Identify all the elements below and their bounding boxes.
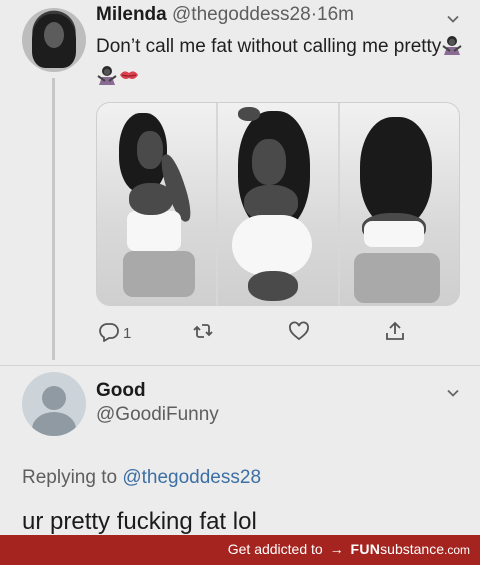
tweet-text: Don’t call me fat without calling me pre… — [96, 32, 466, 92]
reply-button[interactable]: 1 — [98, 320, 131, 346]
woman-gesturing-no-icon — [96, 65, 118, 85]
reply-count: 1 — [123, 324, 132, 342]
chevron-down-icon[interactable] — [446, 386, 460, 400]
kiss-mark-icon — [118, 65, 140, 85]
reply-icon — [98, 320, 120, 346]
photo[interactable] — [339, 103, 459, 305]
tweet-body: Don’t call me fat without calling me pre… — [96, 36, 442, 57]
avatar-default[interactable] — [22, 372, 86, 436]
retweet-button[interactable] — [192, 320, 214, 346]
photo[interactable] — [97, 103, 217, 305]
heart-icon — [288, 320, 310, 346]
tweet-header: Milenda @thegoddess28·16m — [96, 4, 354, 26]
avatar[interactable] — [22, 8, 86, 72]
replying-label: Replying to — [22, 467, 118, 488]
replying-to: Replying to @thegoddess28 — [22, 467, 261, 489]
tweet-actions: 1 — [96, 320, 460, 346]
banner-prefix: Get addicted to — [227, 541, 323, 557]
divider — [0, 365, 480, 366]
tweet-text: ur pretty fucking fat lol — [22, 508, 257, 535]
display-name[interactable]: Good — [96, 380, 146, 402]
share-button[interactable] — [384, 320, 406, 346]
banner-text: Get addicted to → FUNsubstance.com — [228, 541, 470, 557]
retweet-icon — [192, 320, 214, 346]
replying-handle-link[interactable]: @thegoddess28 — [122, 467, 261, 488]
like-button[interactable] — [288, 320, 310, 346]
photo[interactable] — [218, 103, 338, 305]
chevron-down-icon[interactable] — [446, 12, 460, 26]
woman-gesturing-no-icon — [441, 35, 463, 55]
brand-rest: substance — [380, 541, 444, 557]
thread-line — [52, 78, 55, 360]
display-name[interactable]: Milenda — [96, 4, 167, 25]
brand-bold: FUN — [350, 541, 381, 557]
handle[interactable]: @GoodiFunny — [96, 404, 219, 426]
tweet-media[interactable] — [96, 102, 460, 306]
arrow-right-icon: → — [329, 541, 344, 557]
timestamp[interactable]: 16m — [317, 4, 354, 25]
handle[interactable]: @thegoddess28 — [172, 4, 311, 25]
screenshot-page: Milenda @thegoddess28·16m Don’t call me … — [0, 0, 480, 535]
share-icon — [384, 320, 406, 346]
site-banner[interactable]: Get addicted to → FUNsubstance.com — [0, 535, 480, 565]
brand-domain: .com — [443, 543, 470, 557]
